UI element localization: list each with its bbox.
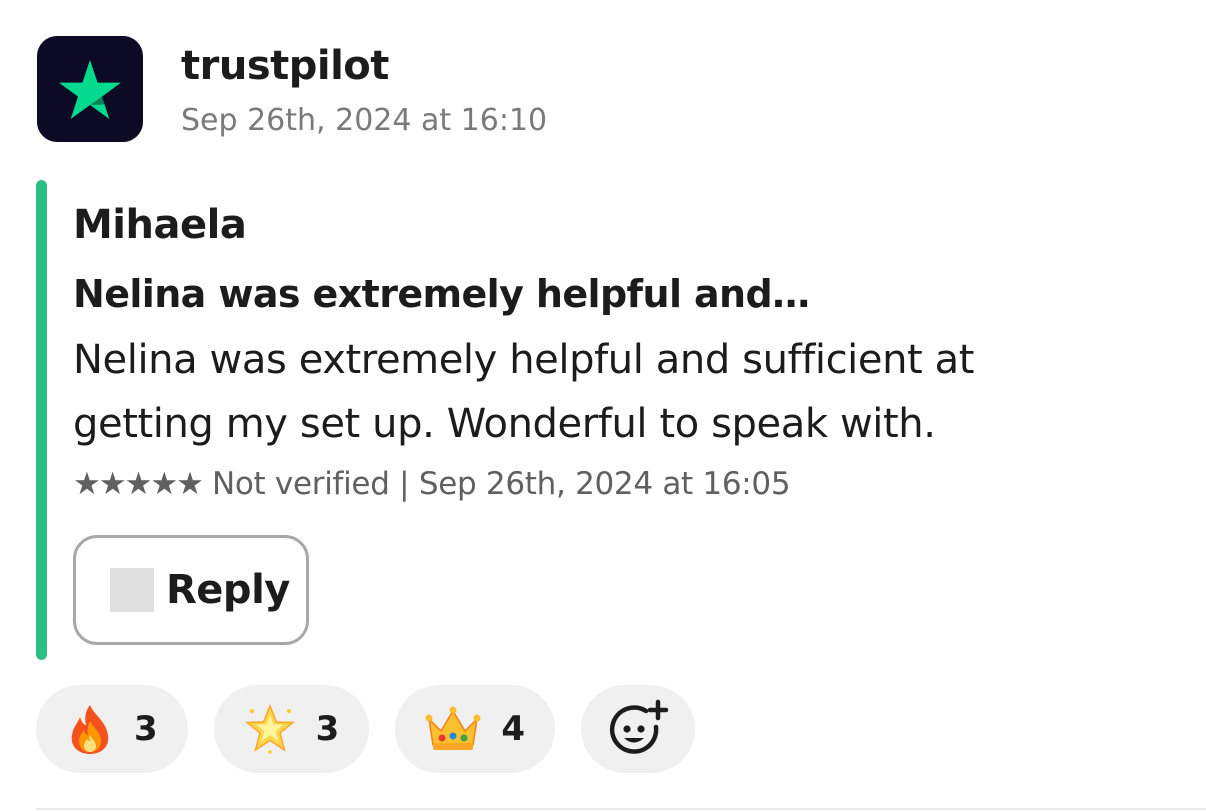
- sender-name[interactable]: trustpilot: [181, 38, 389, 94]
- attachment-accent-bar: [36, 180, 47, 660]
- reaction-crown[interactable]: 4: [395, 685, 556, 773]
- add-reaction-button[interactable]: [581, 685, 696, 773]
- reaction-count: 4: [501, 709, 526, 749]
- review-text-line: Nelina was extremely helpful and suffici…: [73, 337, 975, 383]
- crown-emoji: [425, 706, 481, 750]
- star-rating: ★★★★★: [73, 466, 204, 502]
- sender-avatar[interactable]: [37, 36, 143, 142]
- reactions-bar: 3 3 4: [36, 685, 696, 773]
- add-reaction-icon: [609, 699, 669, 754]
- reviewer-name: Mihaela: [73, 202, 247, 248]
- message-divider: [36, 808, 1206, 810]
- review-text-line: getting my set up. Wonderful to speak wi…: [73, 401, 936, 447]
- star-icon: [59, 60, 121, 119]
- reaction-count: 3: [315, 709, 340, 749]
- review-title: Nelina was extremely helpful and…: [73, 272, 810, 316]
- review-text: Nelina was extremely helpful and suffici…: [73, 328, 1153, 456]
- review-attachment: Mihaela Nelina was extremely helpful and…: [73, 190, 1183, 512]
- message-timestamp[interactable]: Sep 26th, 2024 at 16:10: [181, 100, 547, 142]
- reaction-glowing-star[interactable]: 3: [213, 685, 370, 773]
- review-meta: ★★★★★ Not verified | Sep 26th, 2024 at 16…: [73, 456, 1183, 512]
- glowing-star-emoji: [244, 704, 295, 754]
- reply-button-label: Reply: [166, 567, 290, 613]
- reaction-fire[interactable]: 3: [36, 685, 188, 773]
- reply-icon: [110, 568, 154, 612]
- review-meta-text: Not verified | Sep 26th, 2024 at 16:05: [211, 466, 791, 502]
- reaction-count: 3: [134, 709, 158, 749]
- reply-button[interactable]: Reply: [73, 535, 309, 645]
- fire-emoji: [71, 705, 109, 754]
